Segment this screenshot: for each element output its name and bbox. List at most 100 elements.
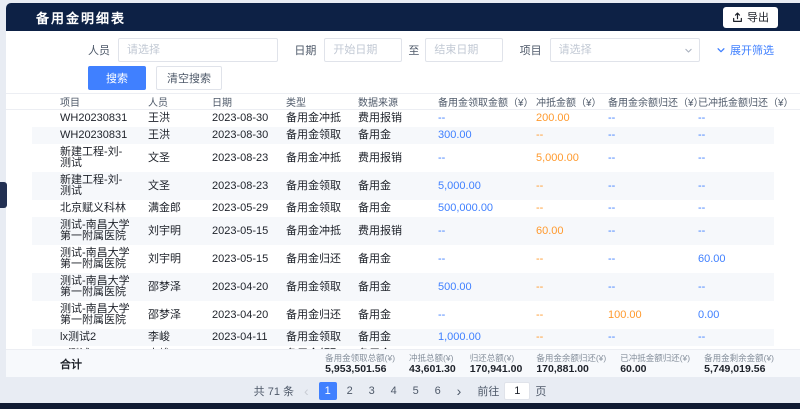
amount-cell: 1,000.00	[430, 329, 528, 346]
amount-cell: --	[600, 200, 690, 217]
table-row[interactable]: 测试-南昌大学第一附属医院刘宇明2023-05-15备用金归还备用金------…	[32, 245, 774, 273]
cell: 新建工程-刘-测试	[32, 172, 140, 200]
page-button[interactable]: 2	[341, 382, 359, 400]
table-row[interactable]: 测试-南昌大学第一附属医院邵梦泽2023-04-20备用金归还备用金----10…	[32, 301, 774, 329]
page-button[interactable]: 4	[385, 382, 403, 400]
cell: 费用报销	[350, 150, 430, 167]
goto-page-input[interactable]	[504, 382, 530, 400]
column-header: 类型	[278, 94, 350, 109]
page-button[interactable]: 6	[429, 382, 447, 400]
amount-cell: --	[600, 127, 690, 144]
column-header: 冲抵金额（¥）	[528, 94, 600, 109]
column-header: 备用金领取金额（¥）	[430, 94, 528, 109]
amount-cell: --	[600, 223, 690, 240]
summary-row: 合计 备用金领取总额(¥)5,953,501.56冲抵总额(¥)43,601.3…	[6, 349, 800, 377]
amount-cell: --	[430, 110, 528, 127]
table-row[interactable]: 新建工程-刘-测试文圣2023-08-23备用金领取备用金5,000.00---…	[32, 172, 774, 200]
next-page-button[interactable]: ›	[455, 384, 464, 398]
cell: 备用金领取	[278, 178, 350, 195]
amount-cell: --	[430, 307, 528, 324]
cell: WH20230831	[32, 127, 140, 144]
export-button[interactable]: 导出	[723, 7, 778, 28]
amount-cell: --	[600, 150, 690, 167]
cell: 费用报销	[350, 110, 430, 127]
cell: 2023-05-15	[204, 223, 278, 240]
cell: 2023-04-20	[204, 307, 278, 324]
amount-cell: --	[528, 329, 600, 346]
cell: 2023-04-20	[204, 279, 278, 296]
amount-cell: --	[528, 307, 600, 324]
page-button[interactable]: 5	[407, 382, 425, 400]
summary-label: 合计	[60, 356, 82, 372]
person-filter-label: 人员	[88, 42, 110, 58]
column-header: 人员	[140, 94, 204, 109]
content-card: 人员 日期 至 项目	[6, 31, 800, 377]
amount-cell: 500.00	[430, 279, 528, 296]
cell: 测试-南昌大学第一附属医院	[32, 301, 140, 329]
page-title: 备用金明细表	[36, 8, 126, 27]
amount-cell: --	[430, 251, 528, 268]
column-header: 备用金余额归还（¥）	[600, 94, 690, 109]
table-row[interactable]: WH20230831王洪2023-08-30备用金领取备用金300.00----…	[32, 127, 774, 144]
column-header: 数据来源	[350, 94, 430, 109]
amount-cell: 200.00	[528, 110, 600, 127]
page-button[interactable]: 3	[363, 382, 381, 400]
table-row[interactable]: 新建工程-刘-测试文圣2023-08-23备用金冲抵费用报销--5,000.00…	[32, 144, 774, 172]
date-end-input[interactable]	[425, 38, 503, 62]
summary-stat-value: 170,941.00	[470, 363, 523, 375]
summary-stat: 归还总额(¥)170,941.00	[470, 353, 523, 375]
amount-cell: 60.00	[528, 223, 600, 240]
amount-cell: --	[600, 279, 690, 296]
cell: 文圣	[140, 150, 204, 167]
amount-cell: --	[690, 127, 774, 144]
search-button[interactable]: 搜索	[88, 66, 146, 90]
cell: 2023-05-29	[204, 200, 278, 217]
clear-search-button[interactable]: 清空搜索	[156, 66, 222, 90]
cell: 2023-04-11	[204, 329, 278, 346]
amount-cell: 300.00	[430, 127, 528, 144]
date-start-input[interactable]	[324, 38, 402, 62]
table-row[interactable]: 北京赋义科林满金郎2023-05-29备用金领取备用金500,000.00---…	[32, 200, 774, 217]
cell: 备用金冲抵	[278, 150, 350, 167]
column-header: 项目	[32, 94, 140, 109]
summary-stat-label: 归还总额(¥)	[470, 353, 523, 363]
bottom-bar	[0, 403, 800, 409]
table-row[interactable]: WH20230831王洪2023-08-30备用金冲抵费用报销--200.00-…	[32, 110, 774, 127]
page-button[interactable]: 1	[319, 382, 337, 400]
cell: 测试-南昌大学第一附属医院	[32, 245, 140, 273]
cell: 备用金	[350, 178, 430, 195]
amount-cell: --	[528, 251, 600, 268]
table-row[interactable]: 测试-南昌大学第一附属医院刘宇明2023-05-15备用金冲抵费用报销--60.…	[32, 217, 774, 245]
amount-cell: --	[528, 200, 600, 217]
table-row[interactable]: lx测试2李峻2023-04-11备用金领取备用金1,000.00------	[32, 329, 774, 346]
cell: 备用金	[350, 127, 430, 144]
cell: 北京赋义科林	[32, 200, 140, 217]
person-select-input[interactable]	[118, 38, 278, 62]
column-header: 已冲抵金额归还（¥）	[690, 94, 774, 109]
cell: 备用金	[350, 251, 430, 268]
project-select[interactable]	[550, 38, 700, 62]
cell: 备用金	[350, 279, 430, 296]
summary-stat-value: 5,749,019.56	[704, 363, 774, 375]
table-row[interactable]: 测试-南昌大学第一附属医院邵梦泽2023-04-20备用金领取备用金500.00…	[32, 273, 774, 301]
amount-cell: --	[528, 279, 600, 296]
cell: 测试-南昌大学第一附属医院	[32, 273, 140, 301]
cell: 备用金归还	[278, 251, 350, 268]
summary-stat-label: 冲抵总额(¥)	[409, 353, 456, 363]
pagination-pages: 123456	[319, 382, 447, 400]
cell: 费用报销	[350, 223, 430, 240]
date-range-separator: 至	[408, 42, 419, 58]
expand-filter-link[interactable]: 展开筛选	[716, 42, 774, 58]
cell: 刘宇明	[140, 251, 204, 268]
summary-stats: 备用金领取总额(¥)5,953,501.56冲抵总额(¥)43,601.30归还…	[325, 353, 774, 375]
cell: 满金郎	[140, 200, 204, 217]
amount-cell: 100.00	[600, 307, 690, 324]
project-select-input[interactable]	[550, 38, 700, 62]
amount-cell: 5,000.00	[430, 178, 528, 195]
goto-suffix-label: 页	[535, 383, 546, 399]
cell: lx测试2	[32, 329, 140, 346]
project-filter: 项目	[520, 38, 700, 62]
summary-stat-label: 备用金剩余金额(¥)	[704, 353, 774, 363]
prev-page-button[interactable]: ‹	[302, 384, 311, 398]
sidebar-expand-handle[interactable]	[0, 182, 7, 208]
